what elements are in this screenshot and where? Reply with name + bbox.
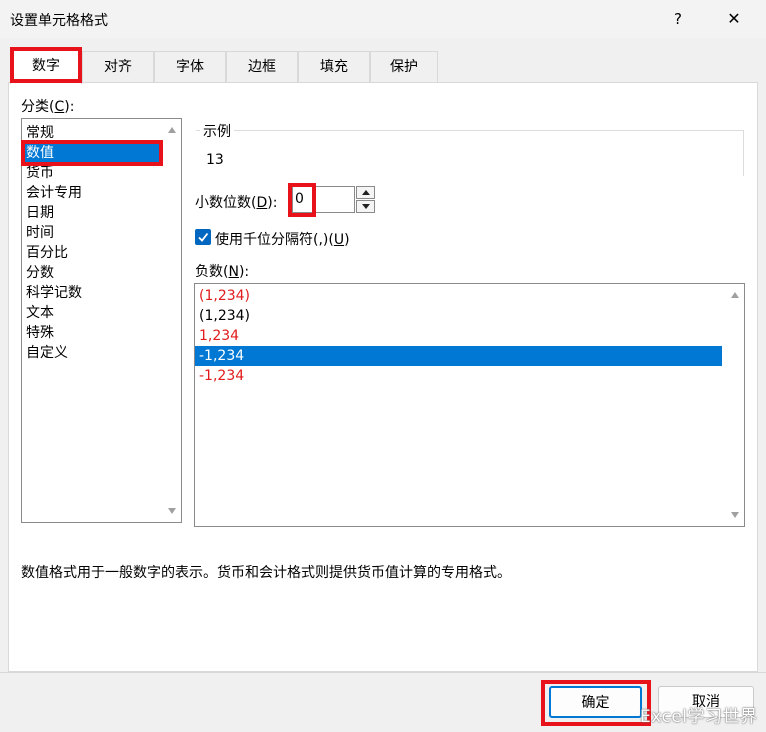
category-list[interactable]: 常规 数值 货币 会计专用 日期 时间 百分比 分数 科学记数 文本 特殊 自定… <box>21 118 182 523</box>
ok-button[interactable]: 确定 <box>549 686 642 718</box>
category-item-text[interactable]: 文本 <box>26 303 54 323</box>
category-item-fraction[interactable]: 分数 <box>26 263 54 283</box>
sample-group <box>196 130 744 176</box>
thousands-separator-label[interactable]: 使用千位分隔符(,)(U) <box>215 229 350 249</box>
negative-format-item-selected[interactable]: -1,234 <box>195 346 722 366</box>
negative-format-item[interactable]: (1,234) <box>195 306 722 326</box>
tab-alignment[interactable]: 对齐 <box>82 51 154 83</box>
checkmark-icon <box>198 232 209 242</box>
dialog-title: 设置单元格格式 <box>10 13 108 29</box>
tab-border[interactable]: 边框 <box>226 51 298 83</box>
sample-label: 示例 <box>200 121 234 141</box>
close-button[interactable]: ✕ <box>714 4 754 34</box>
category-item-scientific[interactable]: 科学记数 <box>26 283 82 303</box>
category-item-currency[interactable]: 货币 <box>26 163 54 183</box>
negative-numbers-label: 负数(N): <box>195 264 250 280</box>
category-item-time[interactable]: 时间 <box>26 223 54 243</box>
scroll-up-arrow-icon[interactable] <box>731 292 739 298</box>
category-item-date[interactable]: 日期 <box>26 203 54 223</box>
category-item-accounting[interactable]: 会计专用 <box>26 183 82 203</box>
help-button[interactable]: ? <box>658 4 698 34</box>
tab-fill[interactable]: 填充 <box>298 51 370 83</box>
spin-down-icon[interactable] <box>356 200 375 213</box>
decimal-places-label: 小数位数(D): <box>195 195 278 211</box>
sample-value: 13 <box>206 152 224 168</box>
decimal-places-spinner[interactable] <box>356 186 375 213</box>
negative-numbers-list[interactable]: (1,234) (1,234) 1,234 -1,234 -1,234 <box>194 283 745 527</box>
scroll-down-arrow-icon[interactable] <box>731 512 739 518</box>
title-bar: 设置单元格格式 ? ✕ <box>0 0 766 38</box>
category-item-general[interactable]: 常规 <box>26 123 54 143</box>
category-label: 分类(C): <box>21 99 75 115</box>
negative-format-item[interactable]: 1,234 <box>195 326 722 346</box>
negative-format-item[interactable]: (1,234) <box>195 286 722 306</box>
scroll-down-arrow-icon[interactable] <box>168 508 176 514</box>
spin-up-icon[interactable] <box>356 186 375 199</box>
tab-protection[interactable]: 保护 <box>370 51 438 83</box>
tab-font[interactable]: 字体 <box>154 51 226 83</box>
negative-list-scrollbar[interactable] <box>727 284 744 526</box>
tab-number[interactable]: 数字 <box>10 48 82 84</box>
watermark-text: Excel学习世界 <box>640 707 758 727</box>
footer-divider <box>0 672 766 673</box>
scroll-up-arrow-icon[interactable] <box>168 127 176 133</box>
format-description: 数值格式用于一般数字的表示。货币和会计格式则提供货币值计算的专用格式。 <box>21 565 511 581</box>
decimal-places-input[interactable]: 0 <box>292 186 355 213</box>
category-item-custom[interactable]: 自定义 <box>26 343 68 363</box>
negative-format-item[interactable]: -1,234 <box>195 366 722 386</box>
thousands-separator-checkbox[interactable] <box>195 229 211 245</box>
category-item-percentage[interactable]: 百分比 <box>26 243 68 263</box>
category-item-number[interactable]: 数值 <box>22 143 162 163</box>
category-item-special[interactable]: 特殊 <box>26 323 54 343</box>
category-scrollbar[interactable] <box>164 119 181 522</box>
